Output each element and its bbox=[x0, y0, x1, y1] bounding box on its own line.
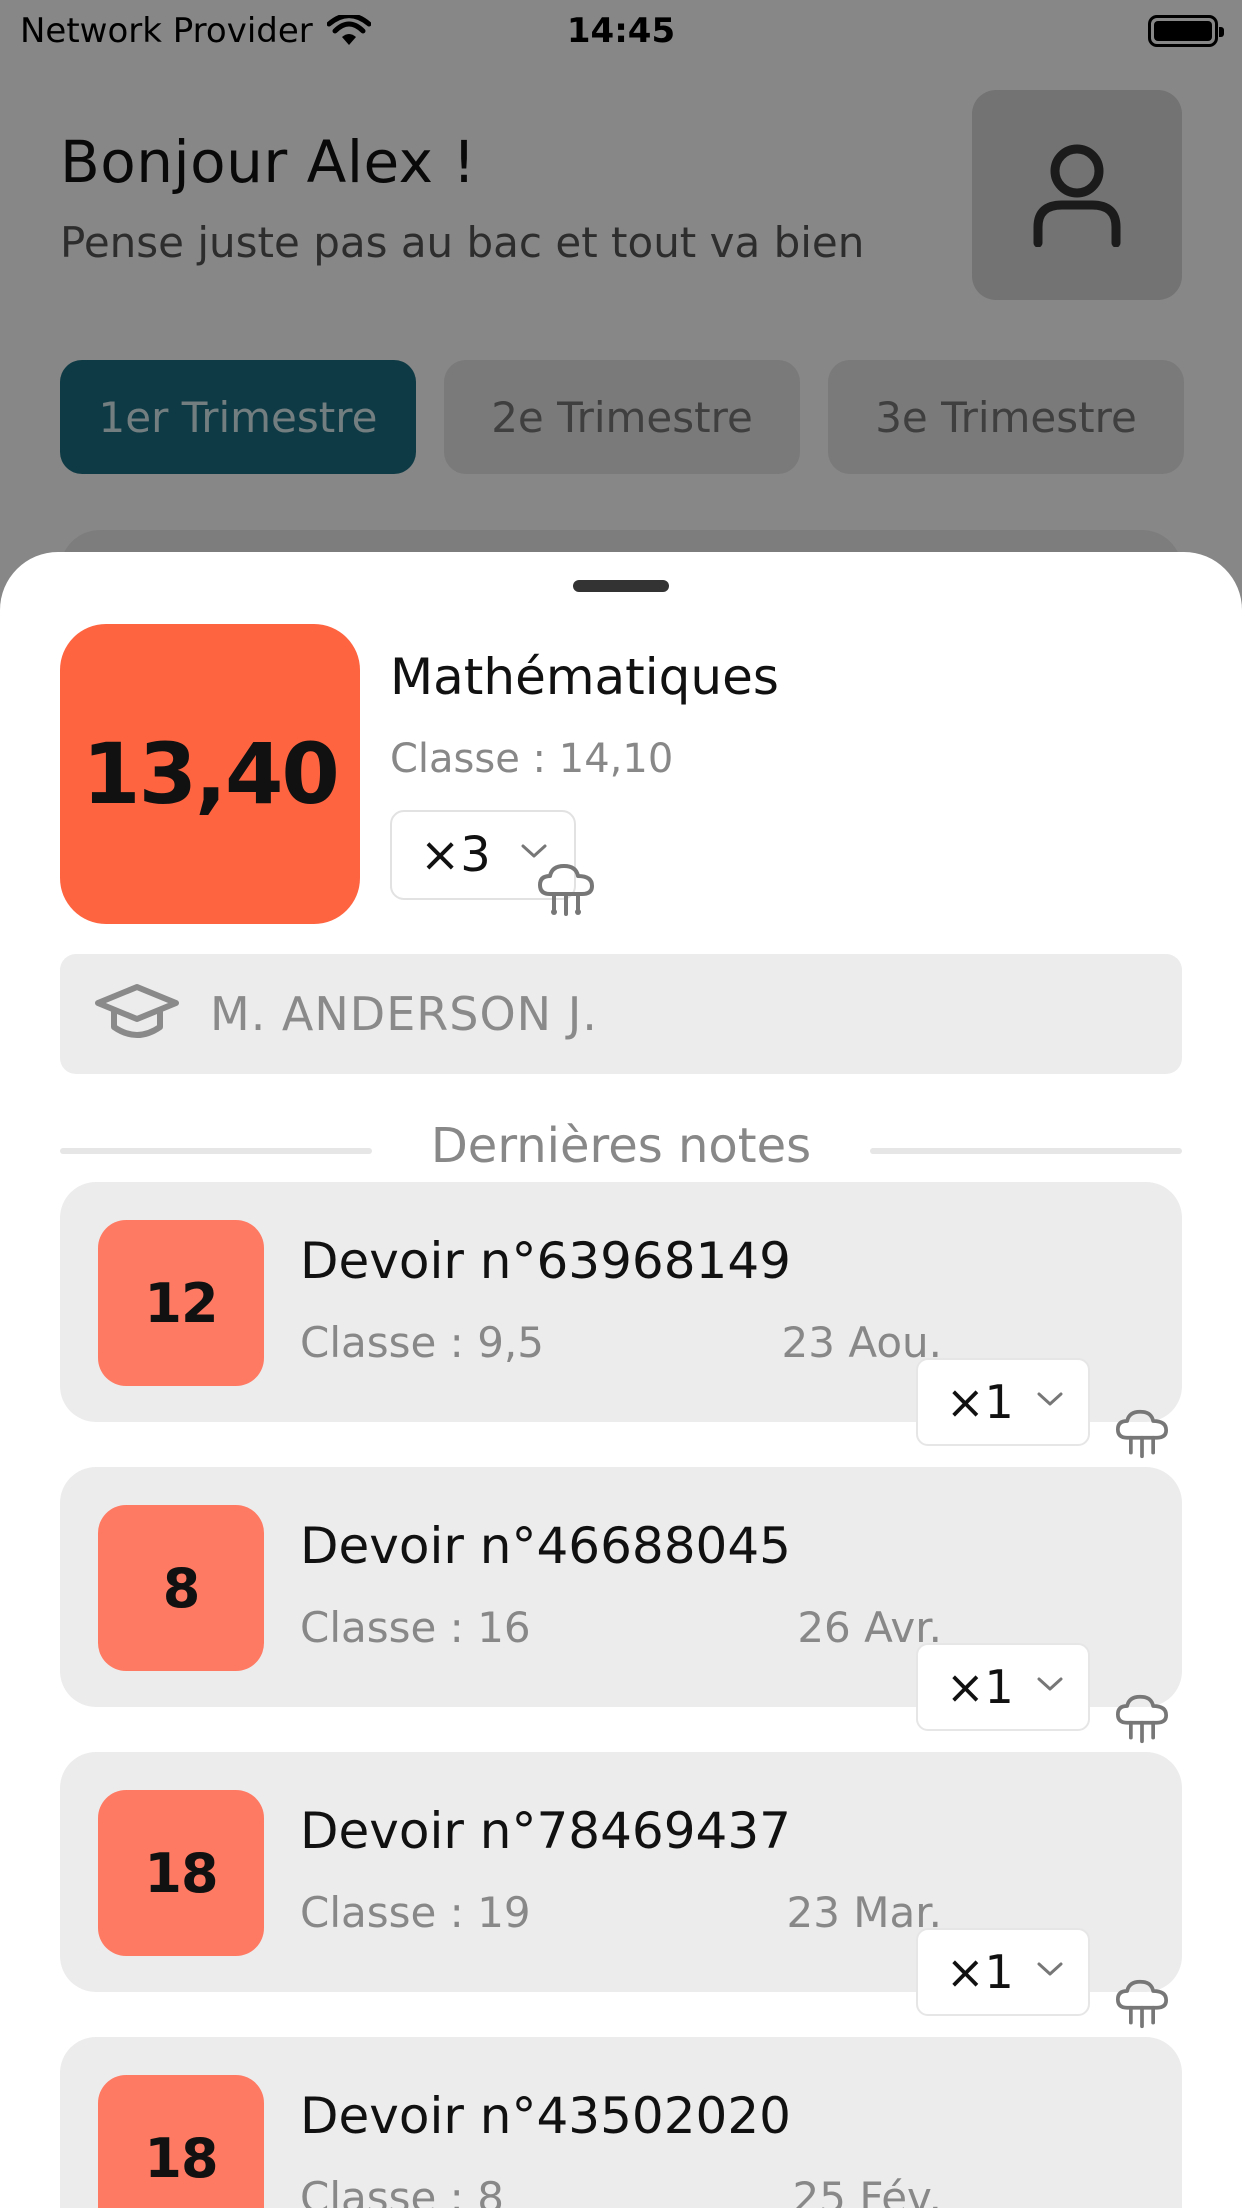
wifi-icon bbox=[326, 15, 371, 45]
sheet-grabber[interactable] bbox=[573, 580, 669, 592]
grade-badge: 18 bbox=[98, 1790, 264, 1956]
grade-class-average: Classe : 8 bbox=[300, 2173, 504, 2208]
grade-coefficient-select[interactable]: ×1 bbox=[916, 1643, 1090, 1731]
grade-date: 23 Mar. bbox=[786, 1888, 942, 1937]
grade-badge: 18 bbox=[98, 2075, 264, 2208]
grade-title: Devoir n°43502020 bbox=[300, 2087, 791, 2145]
class-average: Classe : 14,10 bbox=[390, 736, 674, 782]
chevron-down-icon bbox=[521, 844, 547, 858]
grade-title: Devoir n°78469437 bbox=[300, 1802, 791, 1860]
subject-average-badge: 13,40 bbox=[60, 624, 360, 924]
subject-title: Mathématiques bbox=[390, 648, 779, 706]
cloud-sync-icon bbox=[1116, 1694, 1168, 1744]
cloud-sync-icon bbox=[1116, 1979, 1168, 2029]
cloud-sync-icon bbox=[1116, 1409, 1168, 1459]
grade-value: 12 bbox=[144, 1271, 218, 1335]
grade-date: 23 Aou. bbox=[781, 1318, 942, 1367]
battery-icon bbox=[1148, 15, 1224, 47]
coefficient-value: ×1 bbox=[946, 1375, 1014, 1429]
graduation-cap-icon bbox=[95, 984, 179, 1038]
status-bar: Network Provider 14:45 bbox=[0, 0, 1242, 62]
teacher-bar: M. ANDERSON J. bbox=[60, 954, 1182, 1074]
coefficient-value: ×3 bbox=[420, 827, 491, 883]
grade-card[interactable]: 18 Devoir n°43502020 Classe : 8 25 Fév. bbox=[60, 2037, 1182, 2208]
grade-badge: 8 bbox=[98, 1505, 264, 1671]
chevron-down-icon bbox=[1037, 1677, 1063, 1691]
coefficient-value: ×1 bbox=[946, 1945, 1014, 1999]
grade-class-average: Classe : 19 bbox=[300, 1888, 531, 1937]
section-header: Dernières notes bbox=[60, 1118, 1182, 1188]
chevron-down-icon bbox=[1037, 1392, 1063, 1406]
grade-title: Devoir n°63968149 bbox=[300, 1232, 791, 1290]
grade-value: 18 bbox=[144, 1841, 218, 1905]
grade-class-average: Classe : 9,5 bbox=[300, 1318, 544, 1367]
grade-value: 18 bbox=[144, 2126, 218, 2190]
grade-title: Devoir n°46688045 bbox=[300, 1517, 791, 1575]
divider-line-right bbox=[870, 1148, 1182, 1154]
grade-coefficient-select[interactable]: ×1 bbox=[916, 1928, 1090, 2016]
teacher-name: M. ANDERSON J. bbox=[210, 987, 598, 1041]
subject-average-value: 13,40 bbox=[82, 725, 340, 823]
subject-detail-sheet: 13,40 Mathématiques Classe : 14,10 ×3 M.… bbox=[0, 552, 1242, 2208]
grade-badge: 12 bbox=[98, 1220, 264, 1386]
chevron-down-icon bbox=[1037, 1962, 1063, 1976]
grade-class-average: Classe : 16 bbox=[300, 1603, 531, 1652]
grade-date: 25 Fév. bbox=[792, 2173, 942, 2208]
grade-coefficient-select[interactable]: ×1 bbox=[916, 1358, 1090, 1446]
section-title: Dernières notes bbox=[430, 1118, 812, 1174]
coefficient-value: ×1 bbox=[946, 1660, 1014, 1714]
cloud-sync-icon bbox=[538, 864, 594, 916]
grade-value: 8 bbox=[162, 1556, 201, 1620]
carrier-name: Network Provider bbox=[20, 11, 313, 51]
